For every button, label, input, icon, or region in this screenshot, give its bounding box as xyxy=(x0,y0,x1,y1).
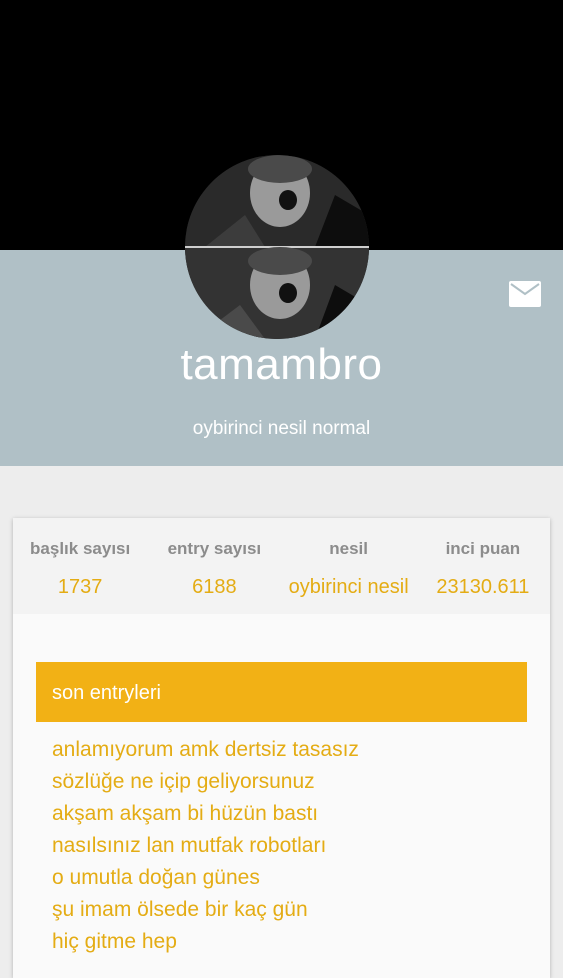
stat-label: inci puan xyxy=(445,539,521,558)
stat-label: entry sayısı xyxy=(167,539,262,558)
recent-entries-list: anlamıyorum amk dertsiz tasasız sözlüğe … xyxy=(52,734,522,958)
stat-topic-count[interactable]: başlık sayısı 1737 xyxy=(13,518,147,614)
entry-link[interactable]: sözlüğe ne içip geliyorsunuz xyxy=(52,766,522,798)
stat-entry-count[interactable]: entry sayısı 6188 xyxy=(147,518,281,614)
stat-value: 23130.611 xyxy=(436,576,530,598)
username: tamambro xyxy=(180,340,383,389)
envelope-icon[interactable] xyxy=(509,281,541,307)
stat-value: 1737 xyxy=(57,576,103,598)
stat-generation: nesil oybirinci nesil xyxy=(282,518,416,614)
profile-card: başlık sayısı 1737 entry sayısı 6188 nes… xyxy=(13,518,550,978)
entry-link[interactable]: nasılsınız lan mutfak robotları xyxy=(52,830,522,862)
stat-label: başlık sayısı xyxy=(30,539,131,558)
stat-value: 6188 xyxy=(192,576,237,598)
entry-link[interactable]: anlamıyorum amk dertsiz tasasız xyxy=(52,734,522,766)
entry-link[interactable]: akşam akşam bi hüzün bastı xyxy=(52,798,522,830)
entry-link[interactable]: o umutla doğan günes xyxy=(52,862,522,894)
avatar[interactable] xyxy=(185,155,369,339)
stat-karma-points: inci puan 23130.611 xyxy=(416,518,550,614)
stat-label: nesil xyxy=(329,539,368,558)
stat-value: oybirinci nesil xyxy=(288,576,409,598)
user-rank: oybirinci nesil normal xyxy=(192,418,371,439)
recent-entries-header: son entryleri xyxy=(36,662,527,722)
entry-link[interactable]: şu imam ölsede bir kaç gün xyxy=(52,894,522,926)
stats-bar: başlık sayısı 1737 entry sayısı 6188 nes… xyxy=(13,518,550,614)
entry-link[interactable]: hiç gitme hep xyxy=(52,926,522,958)
